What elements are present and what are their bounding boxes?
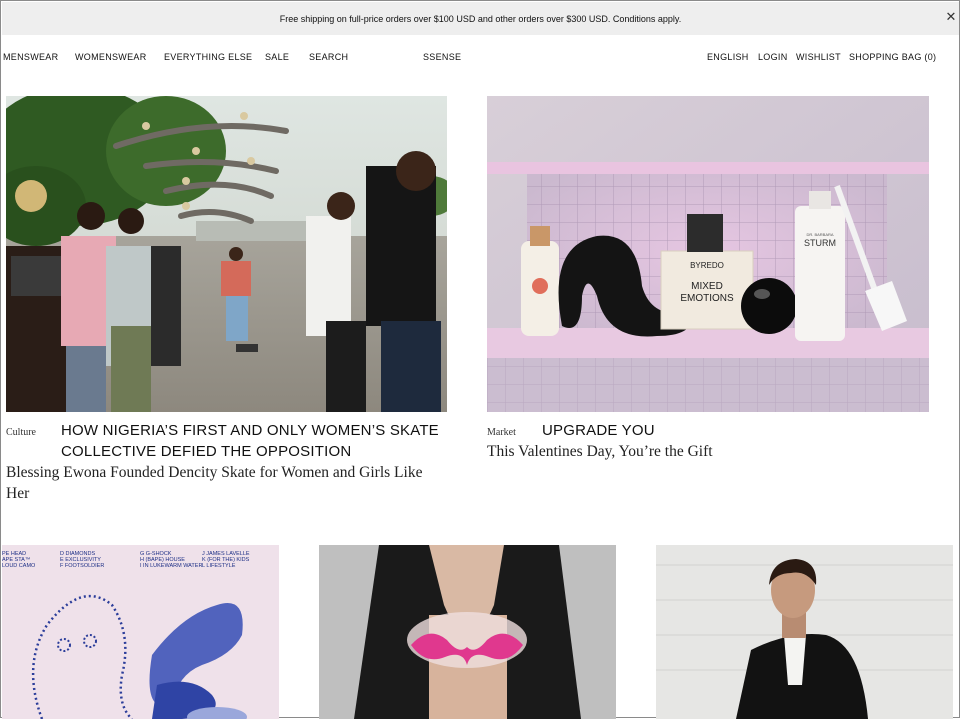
category-label: Market <box>487 427 516 438</box>
portrait-photo <box>656 545 953 719</box>
bottle-brand-label: DR. BARBARA <box>806 232 833 237</box>
perfume-name-line2: EMOTIONS <box>680 293 734 304</box>
feature-subtitle[interactable]: This Valentines Day, You’re the Gift <box>487 441 927 462</box>
perfume-name-line1: MIXED <box>691 281 723 292</box>
nav-womenswear[interactable]: WOMENSWEAR <box>75 52 147 62</box>
nav-menswear[interactable]: MENSWEAR <box>3 52 58 62</box>
feature-headline[interactable]: UPGRADE YOU <box>542 420 922 441</box>
svg-text:I IN LUKEWARM WATER: I IN LUKEWARM WATER <box>140 563 202 569</box>
products-photo: BYREDO MIXED EMOTIONS DR. BARBARA STURM <box>487 96 929 412</box>
nav-everything-else[interactable]: EVERYTHING ELSE <box>164 52 252 62</box>
nav-language[interactable]: ENGLISH <box>707 52 749 62</box>
svg-text:LOUD CAMO: LOUD CAMO <box>2 563 36 569</box>
svg-text:L LIFESTYLE: L LIFESTYLE <box>202 563 236 569</box>
tile-poster[interactable]: PE HEAD APE STA™ LOUD CAMO D DIAMONDS E … <box>2 545 279 719</box>
nav-shopping-bag[interactable]: SHOPPING BAG (0) <box>849 52 936 62</box>
category-label: Culture <box>6 427 36 438</box>
tile-portrait[interactable] <box>656 545 953 719</box>
svg-text:F FOOTSOLDIER: F FOOTSOLDIER <box>60 563 104 569</box>
close-icon[interactable]: ✕ <box>945 10 957 24</box>
nav-search[interactable]: SEARCH <box>309 52 348 62</box>
feature-headline[interactable]: HOW NIGERIA’S FIRST AND ONLY WOMEN’S SKA… <box>61 420 441 462</box>
skate-photo <box>6 96 447 412</box>
nav-login[interactable]: LOGIN <box>758 52 788 62</box>
promo-banner: Free shipping on full-price orders over … <box>2 2 959 35</box>
ssense-logo[interactable]: SSENSE <box>423 52 461 62</box>
perfume-brand-label: BYREDO <box>690 261 724 270</box>
main-nav: MENSWEAR WOMENSWEAR EVERYTHING ELSE SALE… <box>2 45 959 69</box>
bottle-name-label: STURM <box>804 238 836 248</box>
nav-sale[interactable]: SALE <box>265 52 289 62</box>
feature-subtitle[interactable]: Blessing Ewona Founded Dencity Skate for… <box>6 462 446 504</box>
lingerie-photo <box>319 545 616 719</box>
feature-image-valentines[interactable]: BYREDO MIXED EMOTIONS DR. BARBARA STURM <box>487 96 929 412</box>
poster-art: PE HEAD APE STA™ LOUD CAMO D DIAMONDS E … <box>2 551 250 719</box>
nav-wishlist[interactable]: WISHLIST <box>796 52 841 62</box>
tile-lingerie[interactable] <box>319 545 616 719</box>
feature-image-skate[interactable] <box>6 96 447 412</box>
promo-banner-text: Free shipping on full-price orders over … <box>279 13 682 24</box>
